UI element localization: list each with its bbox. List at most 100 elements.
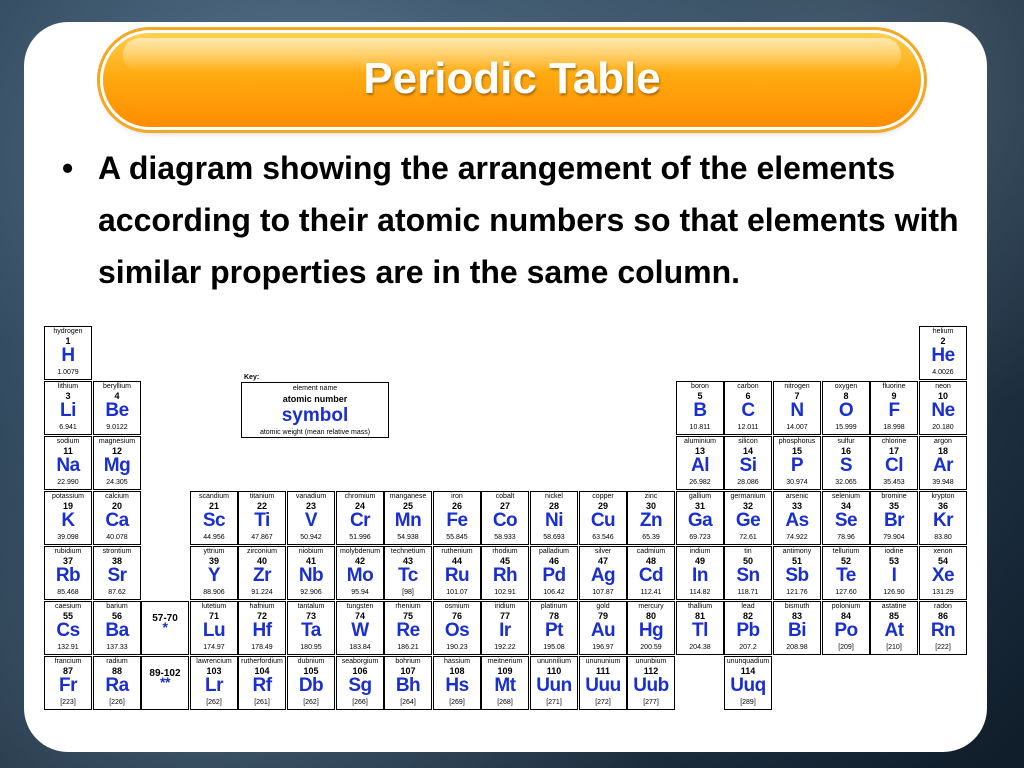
element-name: ununquadium (726, 658, 770, 665)
element-name: magnesium (98, 438, 136, 445)
element-symbol: Cd (638, 565, 664, 586)
atomic-weight: 183.84 (349, 644, 371, 651)
atomic-weight: [277] (643, 699, 659, 706)
atomic-weight: 12.011 (737, 424, 759, 431)
element-cell-uuu: unununium 111 Uuu [272] (579, 656, 627, 710)
element-symbol: Nb (298, 565, 324, 586)
element-symbol: * (162, 619, 168, 635)
element-symbol: Zn (639, 510, 663, 531)
element-name: iridium (494, 603, 516, 610)
element-cell-al: aluminium 13 Al 26.982 (676, 436, 724, 490)
element-symbol: Pb (736, 620, 760, 641)
element-cell-ne: neon 10 Ne 20.180 (919, 381, 967, 435)
element-symbol: Uun (536, 675, 572, 696)
element-cell-cl: chlorine 17 Cl 35.453 (870, 436, 918, 490)
element-symbol: Cs (56, 620, 80, 641)
element-cell-fr: francium 87 Fr [223] (44, 656, 92, 710)
element-symbol: Sn (736, 565, 760, 586)
element-cell-kr: krypton 36 Kr 83.80 (919, 491, 967, 545)
element-symbol: Ar (932, 455, 954, 476)
element-name: thallium (687, 603, 713, 610)
element-cell-k: potassium 19 K 39.098 (44, 491, 92, 545)
atomic-weight: 24.305 (106, 479, 128, 486)
element-name: germanium (730, 493, 766, 500)
element-cell-hg: mercury 80 Hg 200.59 (627, 601, 675, 655)
element-name: carbon (737, 383, 759, 390)
element-symbol: At (884, 620, 904, 641)
element-symbol: Po (834, 620, 858, 641)
element-name: radium (106, 658, 128, 665)
element-name: argon (934, 438, 952, 445)
element-name: osmium (444, 603, 470, 610)
element-symbol: Bh (395, 675, 421, 696)
element-name: nickel (545, 493, 563, 500)
element-symbol: Uub (633, 675, 669, 696)
element-cell-os: osmium 76 Os 190.23 (433, 601, 481, 655)
element-cell-br: bromine 35 Br 79.904 (870, 491, 918, 545)
atomic-weight: [209] (838, 644, 854, 651)
series-placeholder-cell: 89-102 ** (141, 656, 189, 710)
atomic-weight: 54.938 (397, 534, 419, 541)
element-symbol: Co (492, 510, 518, 531)
element-symbol: Fe (446, 510, 468, 531)
element-name: ununbium (635, 658, 667, 665)
atomic-weight: [266] (352, 699, 368, 706)
element-name: fluorine (882, 383, 906, 390)
atomic-weight: 47.867 (251, 534, 273, 541)
element-cell-f: fluorine 9 F 18.998 (870, 381, 918, 435)
element-cell-co: cobalt 27 Co 58.933 (481, 491, 529, 545)
element-name: helium (932, 328, 954, 335)
element-name: lead (741, 603, 755, 610)
element-cell-sg: seaborgium 106 Sg [266] (336, 656, 384, 710)
atomic-weight: 126.90 (883, 589, 905, 596)
element-symbol: Hs (445, 675, 469, 696)
atomic-weight: 121.76 (786, 589, 808, 596)
element-symbol: In (692, 565, 708, 586)
element-name: ruthenium (441, 548, 473, 555)
element-cell-na: sodium 11 Na 22.990 (44, 436, 92, 490)
atomic-weight: 74.922 (786, 534, 808, 541)
atomic-weight: 196.97 (592, 644, 614, 651)
element-cell-db: dubnium 105 Db [262] (287, 656, 335, 710)
element-symbol: N (790, 400, 804, 421)
atomic-weight: [271] (546, 699, 562, 706)
element-symbol: Re (396, 620, 420, 641)
element-name: aluminium (684, 438, 716, 445)
element-cell-nb: niobium 41 Nb 92.906 (287, 546, 335, 600)
element-name: caesium (54, 603, 82, 610)
element-name: vanadium (295, 493, 327, 500)
element-name: rutherfordium (241, 658, 283, 665)
element-cell-ta: tantalum 73 Ta 180.95 (287, 601, 335, 655)
element-symbol: Ti (254, 510, 270, 531)
element-symbol: Na (56, 455, 80, 476)
atomic-weight: 180.95 (300, 644, 322, 651)
element-symbol: Ru (444, 565, 470, 586)
atomic-weight: 1.0079 (57, 369, 79, 376)
atomic-weight: 69.723 (689, 534, 711, 541)
element-cell-rb: rubidium 37 Rb 85.468 (44, 546, 92, 600)
element-name: nitrogen (784, 383, 810, 390)
element-name: manganese (389, 493, 427, 500)
element-name: zinc (644, 493, 658, 500)
element-symbol: Tc (398, 565, 418, 586)
element-cell-se: selenium 34 Se 78.96 (822, 491, 870, 545)
element-cell-s: sulfur 16 S 32.065 (822, 436, 870, 490)
element-name: xenon (933, 548, 953, 555)
element-cell-ni: nickel 28 Ni 58.693 (530, 491, 578, 545)
atomic-weight: 51.996 (349, 534, 371, 541)
atomic-weight: 28.086 (737, 479, 759, 486)
element-cell-bh: bohrium 107 Bh [264] (384, 656, 432, 710)
element-name: copper (592, 493, 614, 500)
element-name: hydrogen (53, 328, 83, 335)
element-name: titanium (249, 493, 275, 500)
atomic-weight: 55.845 (446, 534, 468, 541)
element-name: technetium (390, 548, 426, 555)
atomic-weight: 32.065 (835, 479, 857, 486)
element-cell-lr: lawrencium 103 Lr [262] (190, 656, 238, 710)
atomic-weight: 85.468 (57, 589, 79, 596)
element-name: chlorine (881, 438, 907, 445)
element-cell-ba: barium 56 Ba 137.33 (93, 601, 141, 655)
atomic-weight: 87.62 (108, 589, 126, 596)
atomic-weight: 40.078 (106, 534, 128, 541)
atomic-weight: 92.906 (300, 589, 322, 596)
